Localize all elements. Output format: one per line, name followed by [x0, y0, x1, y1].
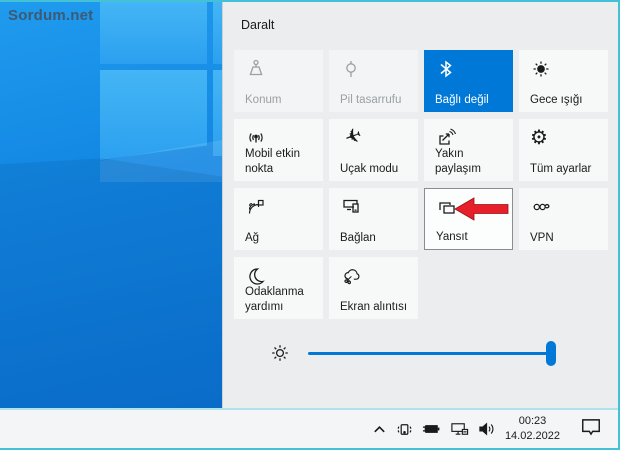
tile-label: Gece ışığı — [530, 93, 605, 107]
tile-screen-snip[interactable]: Ekran alıntısı — [329, 257, 418, 319]
vpn-icon — [530, 196, 552, 218]
brightness-row — [223, 332, 618, 376]
collapse-link[interactable]: Daralt — [241, 18, 274, 32]
tile-network[interactable]: Ağ — [234, 188, 323, 250]
tile-all-settings[interactable]: ⚙ Tüm ayarlar — [519, 119, 608, 181]
wallpaper-window-pane — [100, 2, 207, 64]
tile-airplane-mode[interactable]: ✈ Uçak modu — [329, 119, 418, 181]
wallpaper-window-pane — [213, 2, 222, 64]
tile-label: Bağlan — [340, 231, 415, 245]
tile-battery-saver[interactable]: Pil tasarrufu — [329, 50, 418, 112]
brightness-sun-icon — [269, 342, 291, 364]
location-icon — [245, 58, 267, 80]
tile-label: Tüm ayarlar — [530, 162, 605, 176]
settings-gear-icon: ⚙ — [530, 127, 552, 149]
network-wifi-icon — [245, 196, 267, 218]
airplane-icon: ✈ — [340, 127, 362, 149]
tile-nearby-sharing[interactable]: Yakın paylaşım — [424, 119, 513, 181]
tile-bluetooth[interactable]: Bağlı değil — [424, 50, 513, 112]
tile-mobile-hotspot[interactable]: Mobil etkin nokta — [234, 119, 323, 181]
action-center-icon[interactable] — [580, 417, 602, 442]
brightness-slider-track[interactable] — [308, 352, 556, 355]
annotation-arrow-icon — [454, 196, 510, 222]
tile-label: Bağlı değil — [435, 93, 510, 107]
tile-label: Uçak modu — [340, 162, 415, 176]
connect-icon — [340, 196, 362, 218]
brightness-slider-thumb[interactable] — [546, 341, 556, 366]
system-tray — [372, 421, 497, 438]
battery-charging-icon[interactable] — [422, 422, 441, 436]
tile-label: Mobil etkin nokta — [245, 147, 320, 176]
tile-label: Ekran alıntısı — [340, 300, 415, 314]
tile-location[interactable]: Konum — [234, 50, 323, 112]
tile-label: Yakın paylaşım — [435, 147, 510, 176]
tile-vpn[interactable]: VPN — [519, 188, 608, 250]
desktop-wallpaper: Sordum.net — [0, 2, 222, 408]
tile-label: Konum — [245, 93, 320, 107]
hidden-icons-chevron[interactable] — [372, 422, 387, 437]
watermark: Sordum.net — [8, 7, 93, 24]
action-center-panel: Daralt Konum Pil tasarrufu — [222, 2, 618, 408]
tile-connect[interactable]: Bağlan — [329, 188, 418, 250]
hotspot-icon — [245, 127, 267, 149]
tile-label: Pil tasarrufu — [340, 93, 415, 107]
battery-saver-icon — [340, 58, 362, 80]
clock-time: 00:23 — [505, 414, 560, 429]
screenshot-root: Sordum.net Daralt Konum Pil tasarrufu — [0, 0, 620, 450]
clock-date: 14.02.2022 — [505, 429, 560, 444]
tile-label: Odaklanma yardımı — [245, 285, 320, 314]
tile-label: Ağ — [245, 231, 320, 245]
volume-icon[interactable] — [478, 421, 497, 437]
tile-label: VPN — [530, 231, 605, 245]
tile-focus-assist[interactable]: Odaklanma yardımı — [234, 257, 323, 319]
night-light-icon — [530, 58, 552, 80]
taskbar: 00:23 14.02.2022 — [0, 408, 618, 448]
nearby-share-icon — [435, 127, 457, 149]
bluetooth-icon — [435, 58, 457, 80]
taskbar-clock[interactable]: 00:23 14.02.2022 — [505, 414, 560, 444]
focus-assist-moon-icon — [245, 265, 267, 287]
tile-night-light[interactable]: Gece ışığı — [519, 50, 608, 112]
screen-snip-icon — [340, 265, 362, 287]
quick-actions-grid: Konum Pil tasarrufu Bağlı değil — [234, 50, 608, 319]
ethernet-icon[interactable] — [450, 421, 469, 437]
tile-label: Yansıt — [436, 230, 509, 244]
display-sync-icon[interactable] — [396, 421, 413, 438]
